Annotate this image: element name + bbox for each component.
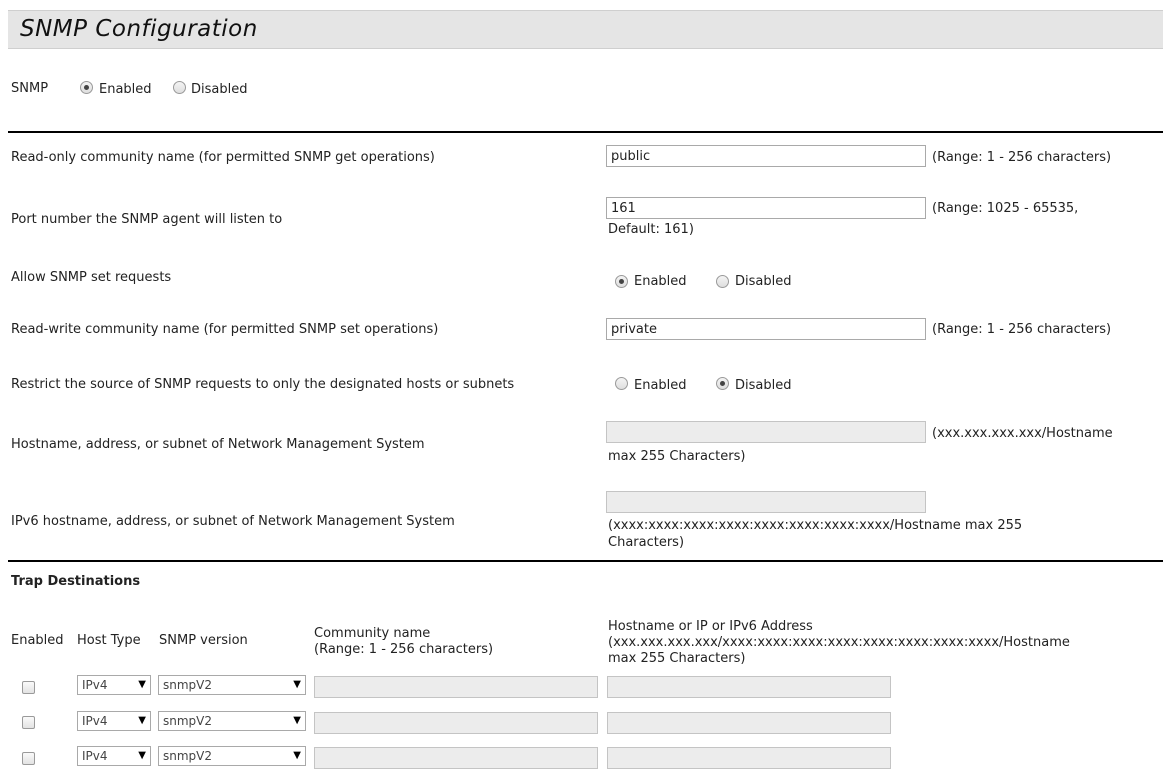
snmp-enabled-radio[interactable] (80, 81, 93, 94)
trap-destinations-heading: Trap Destinations (11, 574, 141, 589)
snmp-version-value: snmpV2 (163, 678, 213, 692)
allow-set-label: Allow SNMP set requests (11, 270, 172, 285)
title-bar: SNMP Configuration (8, 10, 1163, 49)
restrict-disabled-label: Disabled (735, 378, 792, 393)
allow-set-enabled-radio[interactable] (615, 275, 628, 288)
host-type-value: IPv4 (82, 678, 108, 692)
chevron-down-icon: ▼ (293, 750, 301, 761)
chevron-down-icon: ▼ (138, 750, 146, 761)
column-hostname-max: max 255 Characters) (608, 651, 746, 666)
restrict-enabled-label: Enabled (634, 378, 687, 393)
nms-hint: (xxx.xxx.xxx.xxx/Hostname (932, 426, 1113, 441)
snmp-label: SNMP (11, 81, 49, 96)
column-hostname-format: (xxx.xxx.xxx.xxx/xxxx:xxxx:xxxx:xxxx:xxx… (608, 635, 1070, 650)
chevron-down-icon: ▼ (293, 679, 301, 690)
column-community-range: (Range: 1 - 256 characters) (314, 642, 494, 657)
nms-ipv6-label: IPv6 hostname, address, or subnet of Net… (11, 514, 455, 529)
trap-enabled-checkbox[interactable] (22, 716, 35, 729)
nms-ipv6-input[interactable] (606, 491, 926, 513)
divider (8, 560, 1163, 562)
ro-community-label: Read-only community name (for permitted … (11, 150, 435, 165)
snmp-disabled-label: Disabled (191, 82, 248, 97)
host-type-select[interactable]: IPv4 ▼ (77, 711, 151, 731)
trap-host-input[interactable] (607, 712, 891, 734)
allow-set-disabled-radio[interactable] (716, 275, 729, 288)
allow-set-enabled-label: Enabled (634, 274, 687, 289)
ro-community-hint: (Range: 1 - 256 characters) (932, 150, 1112, 165)
column-enabled: Enabled (11, 633, 64, 648)
snmp-enabled-label: Enabled (99, 82, 152, 97)
column-hostname: Hostname or IP or IPv6 Address (608, 619, 813, 634)
trap-host-input[interactable] (607, 676, 891, 698)
trap-community-input[interactable] (314, 747, 598, 769)
rw-community-label: Read-write community name (for permitted… (11, 322, 439, 337)
port-hint-default: Default: 161) (608, 222, 694, 237)
host-type-value: IPv4 (82, 714, 108, 728)
trap-host-input[interactable] (607, 747, 891, 769)
trap-enabled-checkbox[interactable] (22, 681, 35, 694)
port-hint: (Range: 1025 - 65535, (932, 201, 1079, 216)
allow-set-disabled-label: Disabled (735, 274, 792, 289)
host-type-value: IPv4 (82, 749, 108, 763)
chevron-down-icon: ▼ (293, 715, 301, 726)
restrict-disabled-radio[interactable] (716, 377, 729, 390)
nms-label: Hostname, address, or subnet of Network … (11, 437, 425, 452)
snmp-disabled-radio[interactable] (173, 81, 186, 94)
port-input[interactable] (606, 197, 926, 219)
rw-community-hint: (Range: 1 - 256 characters) (932, 322, 1112, 337)
rw-community-input[interactable] (606, 318, 926, 340)
snmp-version-select[interactable]: snmpV2 ▼ (158, 675, 306, 695)
nms-ipv6-hint: (xxxx:xxxx:xxxx:xxxx:xxxx:xxxx:xxxx:xxxx… (608, 518, 1023, 533)
snmp-version-value: snmpV2 (163, 749, 213, 763)
host-type-select[interactable]: IPv4 ▼ (77, 675, 151, 695)
column-host-type: Host Type (77, 633, 141, 648)
column-snmp-version: SNMP version (159, 633, 248, 648)
chevron-down-icon: ▼ (138, 679, 146, 690)
trap-community-input[interactable] (314, 676, 598, 698)
nms-input[interactable] (606, 421, 926, 443)
restrict-label: Restrict the source of SNMP requests to … (11, 377, 515, 392)
chevron-down-icon: ▼ (138, 715, 146, 726)
port-label: Port number the SNMP agent will listen t… (11, 212, 283, 227)
snmp-version-value: snmpV2 (163, 714, 213, 728)
nms-ipv6-hint-characters: Characters) (608, 535, 685, 550)
snmp-version-select[interactable]: snmpV2 ▼ (158, 746, 306, 766)
divider (8, 131, 1163, 133)
trap-community-input[interactable] (314, 712, 598, 734)
host-type-select[interactable]: IPv4 ▼ (77, 746, 151, 766)
restrict-enabled-radio[interactable] (615, 377, 628, 390)
ro-community-input[interactable] (606, 145, 926, 167)
nms-hint-max: max 255 Characters) (608, 449, 746, 464)
column-community-name: Community name (314, 626, 431, 641)
trap-enabled-checkbox[interactable] (22, 752, 35, 765)
snmp-version-select[interactable]: snmpV2 ▼ (158, 711, 306, 731)
page-title: SNMP Configuration (20, 16, 258, 42)
